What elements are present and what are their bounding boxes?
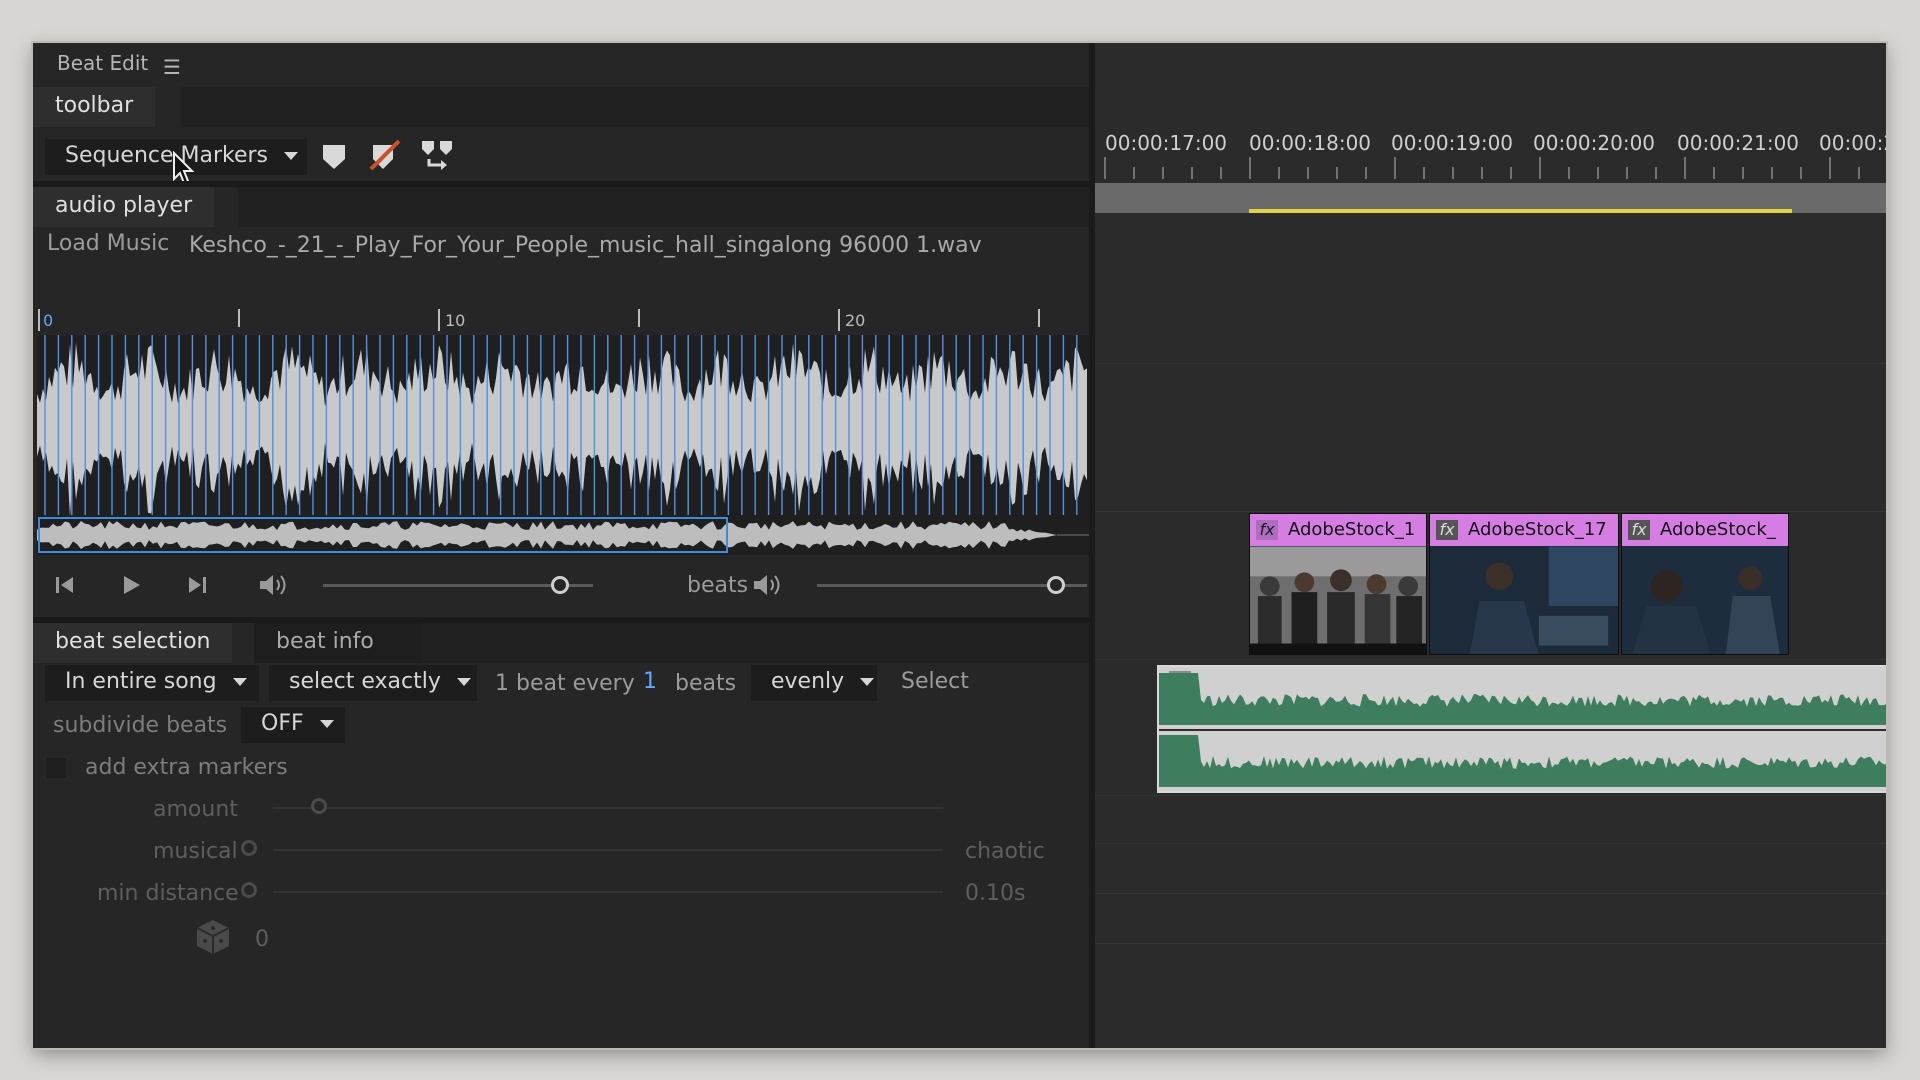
amount-slider-track[interactable] [273, 807, 943, 809]
chevron-down-icon [284, 152, 299, 160]
timeline-panel: 00:00:17:00 00:00:18:00 00:00:19:00 00:0… [1095, 43, 1886, 1048]
beats-volume-icon[interactable] [751, 571, 785, 599]
clear-markers-icon[interactable] [367, 137, 403, 173]
timecode-1: 00:00:17:00 [1105, 131, 1228, 155]
ruler-label-20: 20 [845, 311, 866, 330]
beat-every-suffix: beats [675, 671, 737, 696]
audio-channel-waveform [1159, 673, 1886, 725]
clip-thumbnail [1250, 546, 1426, 654]
fx-icon: fx [1256, 520, 1278, 540]
clip-thumbnail [1622, 546, 1788, 654]
add-extra-markers-checkbox[interactable] [45, 757, 67, 779]
playback-selection-region[interactable] [38, 517, 728, 553]
musical-label: musical [153, 839, 238, 864]
subdivide-dropdown[interactable]: OFF [241, 707, 345, 743]
panel-title: Beat Edit [57, 51, 149, 75]
timecode-4: 00:00:20:00 [1533, 131, 1656, 155]
section-toolbar: toolbar [33, 87, 156, 127]
volume-icon[interactable] [257, 571, 291, 599]
fx-icon: fx [1628, 520, 1650, 540]
beat-every-input[interactable]: 1 [643, 669, 657, 694]
video-clip-2[interactable]: fx AdobeStock_17 [1429, 513, 1619, 655]
beats-volume-label: beats [687, 573, 749, 598]
beat-every-prefix: 1 beat every [495, 671, 635, 696]
subdivide-label: subdivide beats [53, 713, 228, 738]
app-window: Beat Edit ☰ toolbar Sequence Markers aud… [33, 43, 1886, 1048]
beats-volume-slider-knob[interactable] [1047, 576, 1065, 594]
timecode-6: 00:00:2 [1819, 131, 1886, 155]
file-name: Keshco_-_21_-_Play_For_Your_People_music… [189, 233, 982, 258]
chevron-down-icon [860, 678, 875, 686]
selection-mode-dropdown[interactable]: select exactly [269, 665, 477, 701]
timecode-2: 00:00:18:00 [1249, 131, 1372, 155]
audio-channel-waveform [1159, 735, 1886, 787]
distribution-dropdown[interactable]: evenly [751, 665, 877, 701]
marker-icon[interactable] [319, 139, 349, 173]
chevron-down-icon [232, 678, 247, 686]
add-extra-markers-label: add extra markers [85, 755, 288, 780]
audio-waveform[interactable] [37, 335, 1089, 515]
amount-label: amount [153, 797, 238, 822]
fx-icon: fx [1436, 520, 1458, 540]
load-music-button[interactable]: Load Music [47, 231, 169, 256]
min-distance-slider-track[interactable] [273, 891, 943, 893]
skip-forward-icon[interactable] [185, 573, 209, 597]
hamburger-icon[interactable]: ☰ [163, 55, 181, 79]
min-distance-label: min distance [97, 881, 239, 906]
amount-slider-knob[interactable] [311, 798, 327, 814]
dice-icon[interactable] [193, 917, 233, 957]
timecode-5: 00:00:21:00 [1677, 131, 1800, 155]
play-icon[interactable] [119, 573, 143, 597]
video-clip-1[interactable]: fx AdobeStock_1 [1249, 513, 1427, 655]
chevron-down-icon [456, 678, 471, 686]
timeline-ruler [1104, 157, 1860, 179]
seed-value: 0 [255, 927, 269, 952]
musical-slider-knob[interactable] [241, 840, 257, 856]
merge-markers-icon[interactable] [419, 137, 455, 173]
select-button[interactable]: Select [901, 669, 969, 694]
audio-clip[interactable]: fx [1157, 665, 1886, 793]
ruler-label-0: 0 [43, 311, 54, 330]
ruler-label-10: 10 [445, 311, 466, 330]
tab-beat-info[interactable]: beat info [254, 623, 422, 663]
beat-edit-panel: Beat Edit ☰ toolbar Sequence Markers aud… [33, 43, 1089, 1048]
video-clip-3[interactable]: fx AdobeStock_ [1621, 513, 1789, 655]
timecode-3: 00:00:19:00 [1391, 131, 1514, 155]
min-distance-slider-knob[interactable] [241, 882, 257, 898]
in-out-range[interactable] [1249, 209, 1792, 213]
volume-slider-knob[interactable] [551, 576, 569, 594]
clip-thumbnail [1430, 546, 1618, 654]
min-distance-value: 0.10s [965, 881, 1026, 906]
chevron-down-icon [319, 720, 334, 728]
time-ruler [38, 309, 1040, 331]
chaotic-label: chaotic [965, 839, 1045, 864]
skip-back-icon[interactable] [53, 573, 77, 597]
section-audio-player: audio player [33, 187, 215, 227]
tab-beat-selection[interactable]: beat selection [33, 623, 233, 663]
scope-dropdown[interactable]: In entire song [45, 665, 259, 701]
musical-slider-track[interactable] [273, 849, 943, 851]
